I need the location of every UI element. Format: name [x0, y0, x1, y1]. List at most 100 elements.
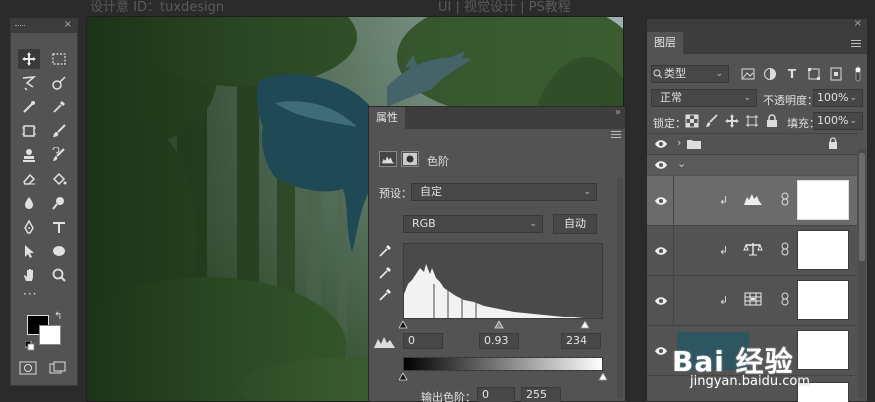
marquee-icon[interactable] [48, 49, 70, 69]
panel-menu-icon[interactable] [851, 40, 861, 47]
path-select-icon[interactable] [18, 241, 40, 261]
chevron-down-icon: ⌄ [849, 116, 857, 126]
channel-value: RGB [412, 217, 436, 230]
opacity-label: 不透明度： [763, 94, 818, 107]
quick-mask-icon[interactable] [19, 361, 37, 375]
chevron-down-icon[interactable]: ⌄ [677, 157, 686, 170]
brush-icon[interactable] [48, 121, 70, 141]
lock-all-icon[interactable] [765, 114, 779, 128]
output-levels-slider[interactable] [398, 371, 608, 381]
input-levels-slider[interactable] [398, 319, 607, 329]
layer-mask-thumbnail[interactable] [797, 230, 849, 270]
background-color-swatch[interactable] [39, 325, 61, 345]
lock-pixels-icon[interactable] [705, 114, 719, 128]
history-brush-icon[interactable] [48, 145, 70, 165]
filter-toggle[interactable] [853, 65, 863, 83]
layers-tabbar: 图层 [647, 32, 867, 54]
opacity-field[interactable]: 100% ⌄ [813, 89, 863, 107]
lock-position-icon[interactable] [725, 114, 739, 128]
properties-panel: 属性 » 色阶 预设： 自定 ⌄ RGB ⌄ 自动 0 0.93 234 输出色… [368, 106, 626, 402]
pen-icon[interactable] [18, 217, 40, 237]
blur-icon[interactable] [18, 193, 40, 213]
layer-mask-thumbnail[interactable] [797, 280, 849, 320]
auto-button[interactable]: 自动 [553, 214, 597, 234]
drag-handle-icon[interactable] [15, 25, 25, 27]
stamp-icon[interactable] [18, 145, 40, 165]
gray-point-eyedropper-icon[interactable] [377, 265, 393, 281]
eraser-icon[interactable] [18, 169, 40, 189]
link-icon[interactable] [781, 242, 789, 256]
eye-icon[interactable] [654, 160, 668, 170]
eye-icon[interactable] [654, 196, 668, 206]
input-gamma-field[interactable]: 0.93 [479, 333, 519, 349]
eye-icon[interactable] [654, 246, 668, 256]
swap-colors-icon[interactable]: ↰ [54, 311, 62, 322]
filter-pixel-icon[interactable] [741, 67, 755, 81]
quick-select-icon[interactable] [18, 97, 40, 117]
dodge-icon[interactable] [48, 193, 70, 213]
calculate-levels-icon[interactable] [373, 335, 397, 349]
lock-icon [827, 137, 839, 149]
scrollbar-thumb[interactable] [859, 153, 865, 261]
paint-bucket-icon[interactable] [48, 169, 70, 189]
filter-adjustment-icon[interactable] [763, 67, 777, 81]
eye-icon[interactable] [654, 139, 668, 149]
mask-icon[interactable] [401, 151, 419, 167]
properties-scrollbar[interactable] [617, 177, 623, 399]
preset-label: 预设： [379, 187, 412, 200]
color-lookup-layer-icon [743, 292, 763, 306]
input-white-field[interactable]: 234 [561, 333, 601, 349]
shape-icon[interactable] [48, 241, 70, 261]
screen-mode-icon[interactable] [49, 361, 67, 375]
layers-scrollbar[interactable] [858, 149, 866, 399]
filter-smart-object-icon[interactable] [829, 67, 843, 81]
eye-icon[interactable] [654, 296, 668, 306]
hand-icon[interactable] [18, 265, 40, 285]
search-icon [653, 69, 663, 79]
filter-shape-icon[interactable] [807, 67, 821, 81]
panel-menu-icon[interactable] [611, 131, 621, 138]
chevron-down-icon: ⌄ [715, 69, 723, 79]
layer-row-color-lookup[interactable]: ↲ [647, 276, 857, 326]
more-tools-icon[interactable]: ··· [23, 287, 37, 301]
layer-row-levels[interactable]: ↲ [647, 176, 857, 226]
input-black-slider-handle [398, 320, 408, 329]
frame-icon[interactable] [18, 121, 40, 141]
lock-transparent-icon[interactable] [685, 114, 699, 128]
white-point-eyedropper-icon[interactable] [377, 287, 393, 303]
close-icon[interactable]: × [64, 19, 72, 30]
chevron-down-icon: ⌄ [529, 219, 537, 229]
output-black-field[interactable]: 0 [477, 387, 515, 402]
move-icon[interactable] [18, 49, 40, 69]
lock-artboard-icon[interactable] [745, 114, 759, 128]
lasso-icon[interactable] [18, 73, 40, 93]
layer-row-color-balance[interactable]: ↲ [647, 226, 857, 276]
layer-group-row[interactable]: › [647, 134, 857, 154]
chevron-right-icon[interactable]: › [677, 136, 681, 149]
layers-panel-header: × [647, 18, 867, 32]
close-icon[interactable]: × [854, 18, 862, 29]
type-icon[interactable] [48, 217, 70, 237]
input-black-field[interactable]: 0 [403, 333, 443, 349]
output-white-field[interactable]: 255 [521, 387, 561, 402]
default-colors-icon[interactable] [24, 340, 35, 351]
tab-layers[interactable]: 图层 [647, 32, 683, 54]
layer-mask-thumbnail[interactable] [797, 330, 849, 370]
layer-group-row-open[interactable]: ⌄ [647, 155, 857, 175]
eyedropper-icon[interactable] [48, 97, 70, 117]
layer-mask-thumbnail[interactable] [797, 180, 849, 220]
link-icon[interactable] [781, 292, 789, 306]
eye-icon[interactable] [654, 346, 668, 356]
link-icon[interactable] [781, 192, 789, 206]
fill-field[interactable]: 100% ⌄ [813, 112, 863, 130]
preset-dropdown[interactable]: 自定 ⌄ [411, 183, 597, 201]
filter-type-icon[interactable]: T [785, 67, 799, 81]
zoom-icon[interactable] [48, 265, 70, 285]
chevron-down-icon: ⌄ [849, 93, 857, 103]
crop-icon[interactable] [48, 73, 70, 93]
channel-dropdown[interactable]: RGB ⌄ [403, 215, 543, 233]
tab-properties[interactable]: 属性 [369, 107, 405, 129]
close-icon[interactable]: » [615, 107, 621, 118]
black-point-eyedropper-icon[interactable] [377, 243, 393, 259]
blend-mode-dropdown[interactable]: 正常 ⌄ [651, 89, 757, 107]
